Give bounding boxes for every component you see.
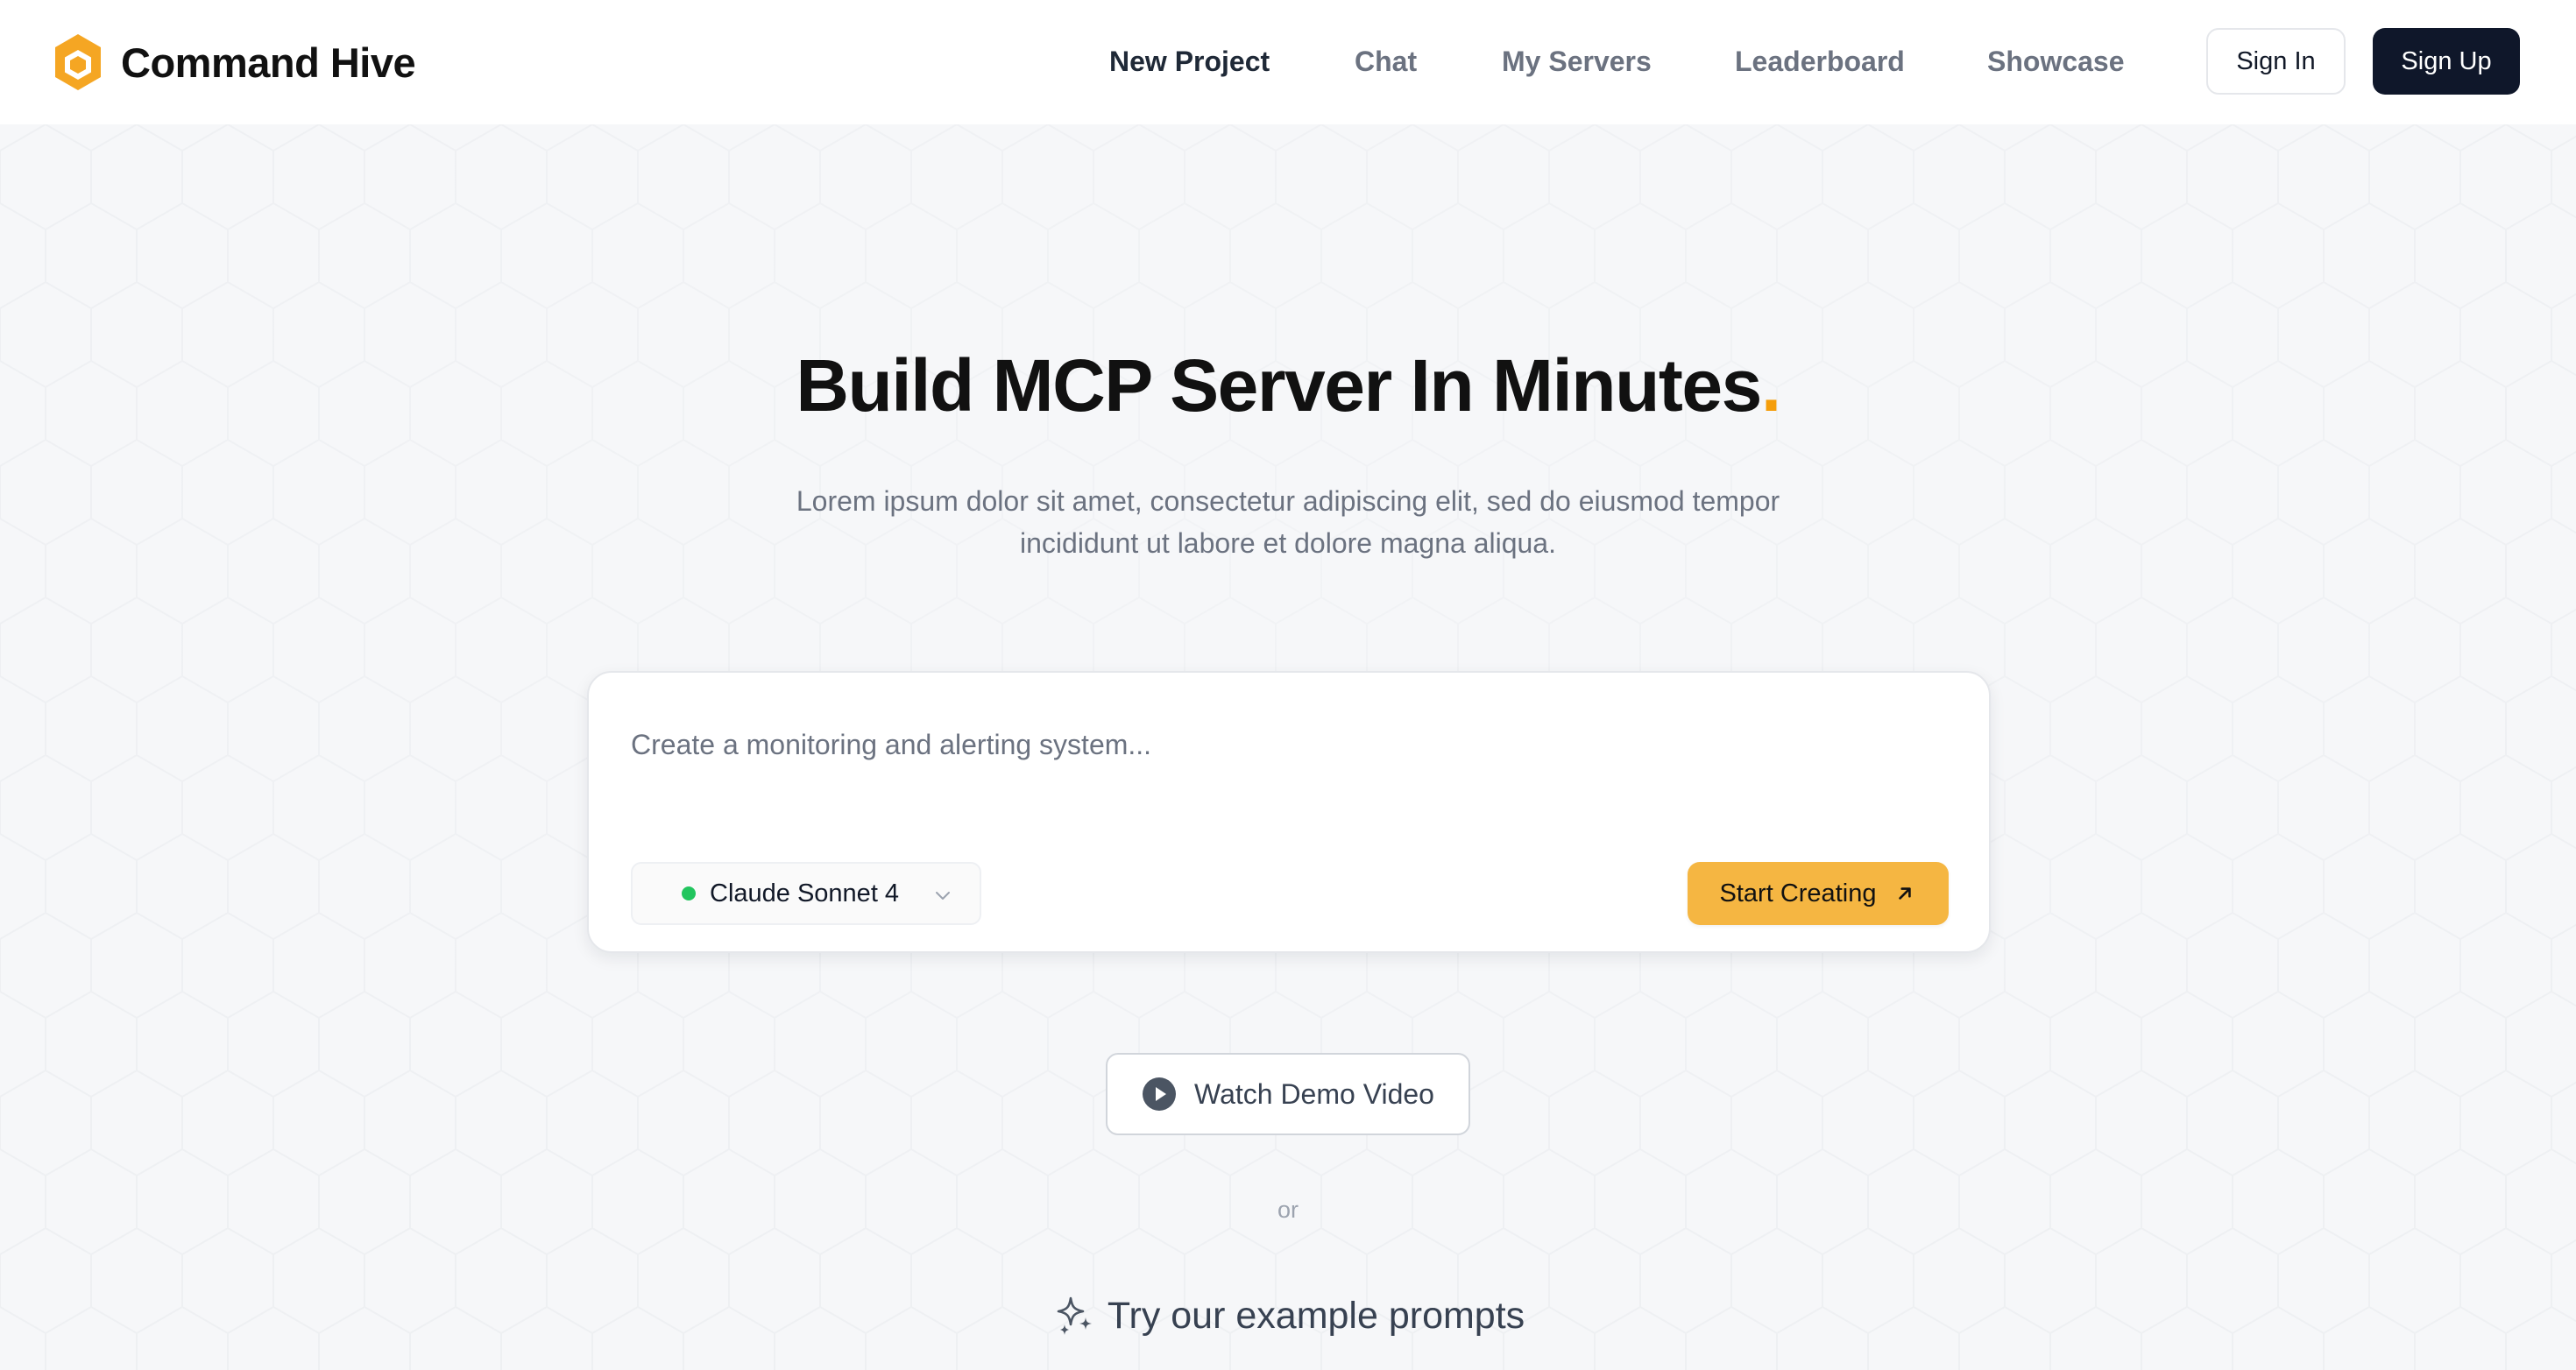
model-selector[interactable]: Claude Sonnet 4	[631, 862, 981, 925]
start-creating-label: Start Creating	[1719, 879, 1877, 907]
sparkles-icon	[1057, 1296, 1092, 1335]
top-navbar: Command Hive New Project Chat My Servers…	[0, 0, 2576, 124]
example-prompts-label: Try our example prompts	[1107, 1294, 1525, 1337]
start-creating-button[interactable]: Start Creating	[1688, 862, 1949, 925]
hero-subtitle-line-2: incididunt ut labore et dolore magna ali…	[1020, 527, 1556, 559]
nav-item-my-servers[interactable]: My Servers	[1502, 42, 1652, 81]
sign-in-button[interactable]: Sign In	[2206, 28, 2346, 95]
sign-up-button[interactable]: Sign Up	[2373, 28, 2520, 95]
hero-subtitle: Lorem ipsum dolor sit amet, consectetur …	[762, 480, 1814, 564]
watch-demo-button[interactable]: Watch Demo Video	[1106, 1053, 1470, 1135]
chevron-down-icon	[936, 892, 950, 900]
title-accent-dot: .	[1760, 344, 1781, 427]
play-circle-icon	[1143, 1077, 1177, 1111]
or-divider: or	[1277, 1197, 1299, 1223]
example-prompts-heading: Try our example prompts	[0, 1289, 2576, 1342]
nav-item-chat[interactable]: Chat	[1355, 42, 1417, 81]
watch-demo-label: Watch Demo Video	[1194, 1077, 1434, 1110]
nav-item-new-project[interactable]: New Project	[1109, 42, 1270, 81]
main-nav: New Project Chat My Servers Leaderboard …	[0, 0, 2576, 124]
model-status-dot	[682, 886, 696, 900]
arrow-up-right-icon	[1899, 887, 1912, 900]
hero-subtitle-line-1: Lorem ipsum dolor sit amet, consectetur …	[796, 485, 1780, 517]
nav-item-leaderboard[interactable]: Leaderboard	[1735, 42, 1905, 81]
prompt-card: Claude Sonnet 4 Start Creating	[587, 671, 1991, 953]
page-title: Build MCP Server In Minutes.	[0, 343, 2576, 428]
page-title-text: Build MCP Server In Minutes	[796, 344, 1762, 427]
nav-item-showcase[interactable]: Showcase	[1987, 42, 2125, 81]
prompt-input[interactable]	[631, 718, 1945, 771]
model-label: Claude Sonnet 4	[710, 879, 900, 907]
